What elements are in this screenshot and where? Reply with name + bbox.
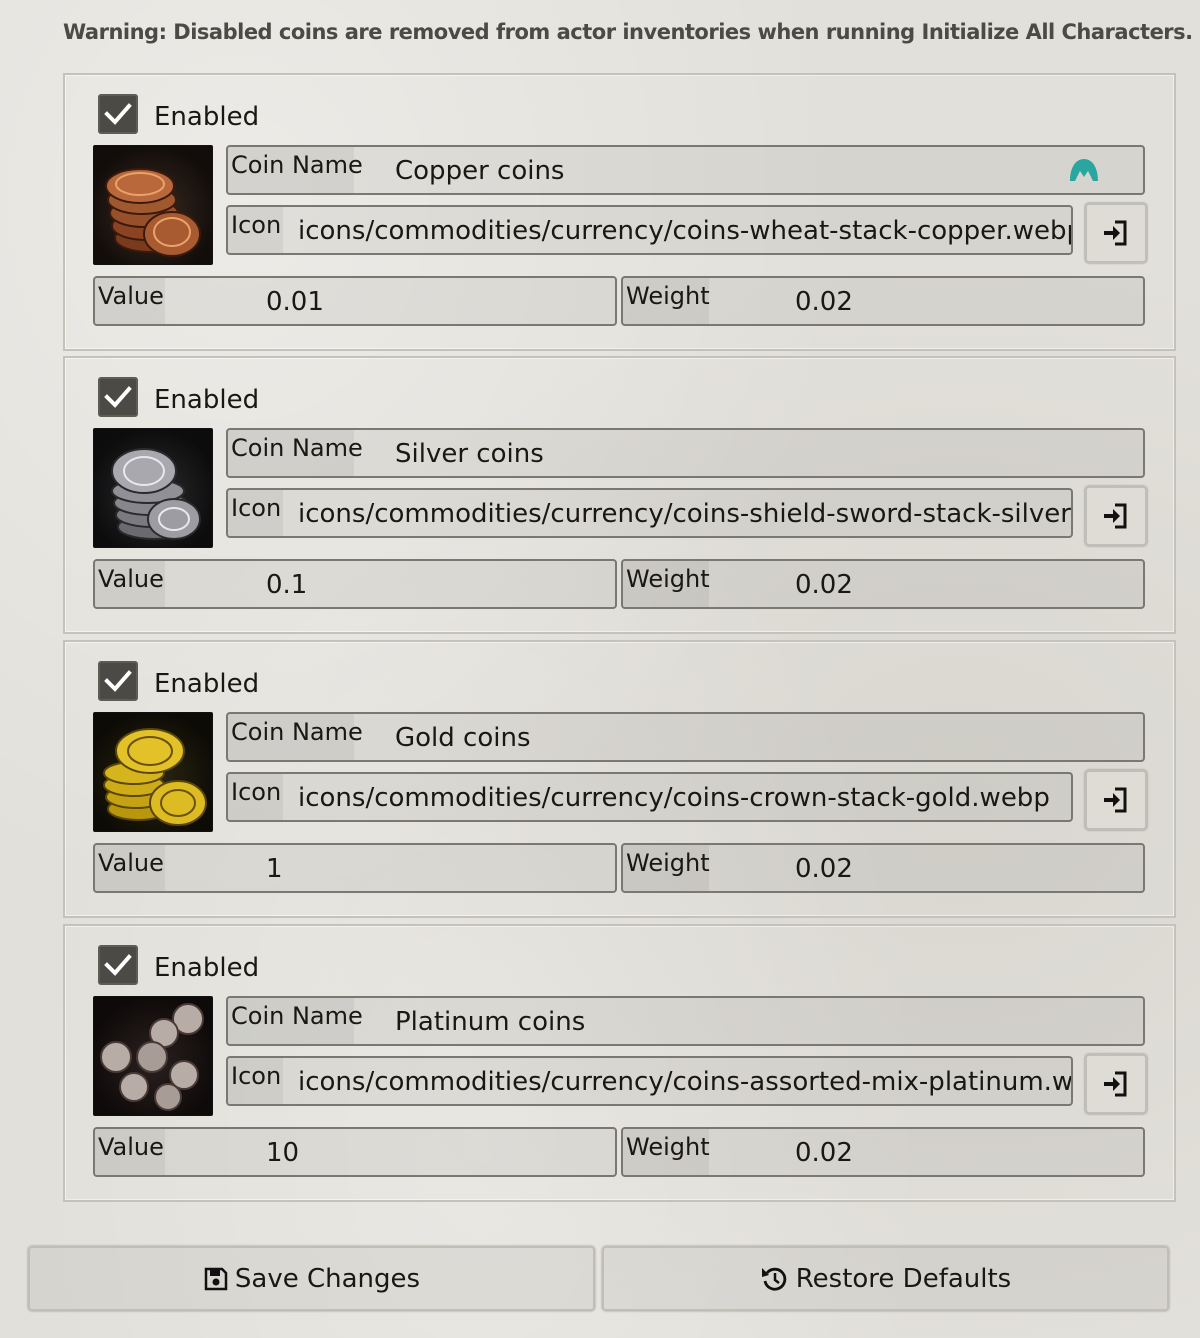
icon-label: Icon	[228, 774, 283, 820]
coin-name-field[interactable]: Coin Name Gold coins	[226, 712, 1145, 762]
value-input[interactable]: 0.01	[165, 278, 615, 324]
icon-label: Icon	[228, 1058, 283, 1104]
warning-text: Warning: Disabled coins are removed from…	[63, 20, 1193, 44]
coin-name-input[interactable]: Silver coins	[354, 430, 1143, 476]
icon-path-field[interactable]: Icon icons/commodities/currency/coins-as…	[226, 1056, 1073, 1106]
value-input[interactable]: 10	[165, 1129, 615, 1175]
icon-path-input[interactable]: icons/commodities/currency/coins-assorte…	[283, 1058, 1071, 1104]
value-input[interactable]: 0.1	[165, 561, 615, 607]
check-icon	[104, 670, 132, 692]
file-picker-button[interactable]	[1085, 203, 1147, 263]
file-import-icon	[1104, 1071, 1127, 1097]
weight-input[interactable]: 0.02	[709, 845, 1143, 891]
file-picker-button[interactable]	[1085, 486, 1147, 546]
value-field[interactable]: Value 1	[93, 843, 617, 893]
icon-path-field[interactable]: Icon icons/commodities/currency/coins-sh…	[226, 488, 1073, 538]
coin-card-silver: Enabled Coin Name Silver coins Icon icon…	[63, 356, 1176, 634]
enabled-checkbox[interactable]	[98, 377, 138, 417]
weight-label: Weight	[623, 561, 710, 607]
coin-name-field[interactable]: Coin Name Copper coins	[226, 145, 1145, 195]
file-import-icon	[1104, 787, 1127, 813]
coin-name-field[interactable]: Coin Name Platinum coins	[226, 996, 1145, 1046]
save-changes-button[interactable]: Save Changes	[28, 1246, 595, 1311]
coin-thumbnail[interactable]	[93, 996, 213, 1116]
value-field[interactable]: Value 10	[93, 1127, 617, 1177]
restore-defaults-button[interactable]: Restore Defaults	[602, 1246, 1169, 1311]
value-input[interactable]: 1	[165, 845, 615, 891]
enabled-label: Enabled	[154, 953, 260, 983]
coin-name-label: Coin Name	[228, 147, 363, 193]
value-label: Value	[95, 1129, 165, 1175]
coin-name-field[interactable]: Coin Name Silver coins	[226, 428, 1145, 478]
weight-input[interactable]: 0.02	[709, 561, 1143, 607]
nordpass-icon[interactable]	[1068, 157, 1100, 183]
coin-name-input[interactable]: Copper coins	[354, 147, 1143, 193]
weight-label: Weight	[623, 845, 710, 891]
coin-thumbnail[interactable]	[93, 712, 213, 832]
enabled-label: Enabled	[154, 669, 260, 699]
weight-field[interactable]: Weight 0.02	[621, 276, 1145, 326]
file-picker-button[interactable]	[1085, 1054, 1147, 1114]
coin-name-input[interactable]: Platinum coins	[354, 998, 1143, 1044]
enabled-label: Enabled	[154, 102, 260, 132]
check-icon	[104, 386, 132, 408]
coin-name-label: Coin Name	[228, 430, 363, 476]
icon-path-input[interactable]: icons/commodities/currency/coins-shield-…	[283, 490, 1071, 536]
value-label: Value	[95, 845, 165, 891]
coin-name-input[interactable]: Gold coins	[354, 714, 1143, 760]
save-changes-label: Save Changes	[234, 1263, 421, 1294]
weight-input[interactable]: 0.02	[709, 278, 1143, 324]
file-import-icon	[1104, 503, 1127, 529]
icon-path-input[interactable]: icons/commodities/currency/coins-wheat-s…	[283, 207, 1071, 253]
coin-card-platinum: Enabled Coin Name Platinum coins Icon ic…	[63, 924, 1176, 1202]
restore-defaults-label: Restore Defaults	[795, 1263, 1012, 1294]
icon-label: Icon	[228, 207, 283, 253]
weight-field[interactable]: Weight 0.02	[621, 559, 1145, 609]
weight-label: Weight	[623, 278, 710, 324]
value-label: Value	[95, 278, 165, 324]
value-field[interactable]: Value 0.01	[93, 276, 617, 326]
coin-thumbnail[interactable]	[93, 145, 213, 265]
rotate-left-icon	[761, 1267, 786, 1291]
weight-label: Weight	[623, 1129, 710, 1175]
coin-name-label: Coin Name	[228, 998, 363, 1044]
coin-thumbnail[interactable]	[93, 428, 213, 548]
weight-input[interactable]: 0.02	[709, 1129, 1143, 1175]
weight-field[interactable]: Weight 0.02	[621, 1127, 1145, 1177]
floppy-disk-icon	[204, 1267, 228, 1290]
coin-card-gold: Enabled Coin Name Gold coins Icon icons/…	[63, 640, 1176, 918]
file-picker-button[interactable]	[1085, 770, 1147, 830]
icon-path-field[interactable]: Icon icons/commodities/currency/coins-cr…	[226, 772, 1073, 822]
icon-path-field[interactable]: Icon icons/commodities/currency/coins-wh…	[226, 205, 1073, 255]
file-import-icon	[1104, 220, 1127, 246]
enabled-checkbox[interactable]	[98, 945, 138, 985]
coin-card-copper: Enabled Coin Name Copper coins Icon icon…	[63, 73, 1176, 351]
value-field[interactable]: Value 0.1	[93, 559, 617, 609]
weight-field[interactable]: Weight 0.02	[621, 843, 1145, 893]
enabled-checkbox[interactable]	[98, 661, 138, 701]
coin-name-label: Coin Name	[228, 714, 363, 760]
enabled-label: Enabled	[154, 385, 260, 415]
value-label: Value	[95, 561, 165, 607]
enabled-checkbox[interactable]	[98, 94, 138, 134]
icon-label: Icon	[228, 490, 283, 536]
icon-path-input[interactable]: icons/commodities/currency/coins-crown-s…	[283, 774, 1071, 820]
check-icon	[104, 103, 132, 125]
check-icon	[104, 954, 132, 976]
